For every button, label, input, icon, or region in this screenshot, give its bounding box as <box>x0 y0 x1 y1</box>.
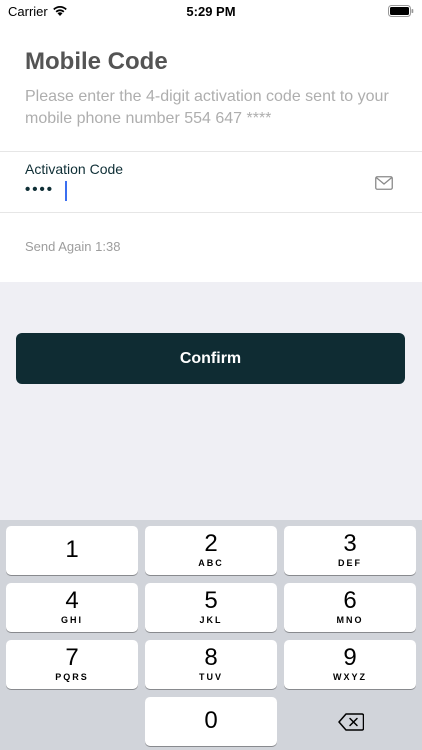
code-entry-panel: Mobile Code Please enter the 4-digit act… <box>0 24 422 282</box>
key-digit: 2 <box>204 530 218 557</box>
key-letters: ABC <box>198 558 224 568</box>
battery-icon <box>388 5 414 17</box>
text-caret <box>65 181 67 201</box>
key-letters: JKL <box>199 615 223 625</box>
key-digit: 4 <box>65 587 79 614</box>
key-5[interactable]: 5 JKL <box>145 583 277 632</box>
key-6[interactable]: 6 MNO <box>284 583 416 632</box>
key-digit: 6 <box>343 587 357 614</box>
key-letters: PQRS <box>55 672 89 682</box>
key-0[interactable]: 0 <box>145 697 277 746</box>
key-2[interactable]: 2 ABC <box>145 526 277 575</box>
key-letters: MNO <box>336 615 364 625</box>
backspace-icon <box>338 713 364 731</box>
key-9[interactable]: 9 WXYZ <box>284 640 416 689</box>
key-digit: 9 <box>343 644 357 671</box>
numeric-keyboard: 1 2 ABC 3 DEF 4 GHI 5 JKL 6 MNO 7 PQRS 8… <box>0 520 422 750</box>
key-letters: WXYZ <box>333 672 367 682</box>
status-bar: Carrier 5:29 PM <box>0 0 422 24</box>
backspace-key[interactable] <box>284 697 416 746</box>
activation-code-field[interactable]: Activation Code •••• <box>0 151 422 213</box>
activation-code-input[interactable]: •••• <box>25 181 54 198</box>
activation-code-label: Activation Code <box>25 161 124 177</box>
page-subtitle: Please enter the 4-digit activation code… <box>25 88 389 127</box>
key-1[interactable]: 1 <box>6 526 138 575</box>
key-digit: 7 <box>65 644 79 671</box>
key-digit: 8 <box>204 644 218 671</box>
page-title: Mobile Code <box>25 48 168 75</box>
key-digit: 3 <box>343 530 357 557</box>
key-4[interactable]: 4 GHI <box>6 583 138 632</box>
key-digit: 1 <box>65 536 79 563</box>
status-time: 5:29 PM <box>186 4 236 19</box>
confirm-button[interactable]: Confirm <box>16 333 405 384</box>
key-letters: TUV <box>199 672 223 682</box>
key-digit: 0 <box>204 707 218 734</box>
key-digit: 5 <box>204 587 218 614</box>
key-letters: DEF <box>338 558 362 568</box>
send-again-link[interactable]: Send Again 1:38 <box>25 239 120 254</box>
mail-icon <box>375 176 393 190</box>
key-3[interactable]: 3 DEF <box>284 526 416 575</box>
key-8[interactable]: 8 TUV <box>145 640 277 689</box>
key-7[interactable]: 7 PQRS <box>6 640 138 689</box>
key-letters: GHI <box>60 615 83 625</box>
